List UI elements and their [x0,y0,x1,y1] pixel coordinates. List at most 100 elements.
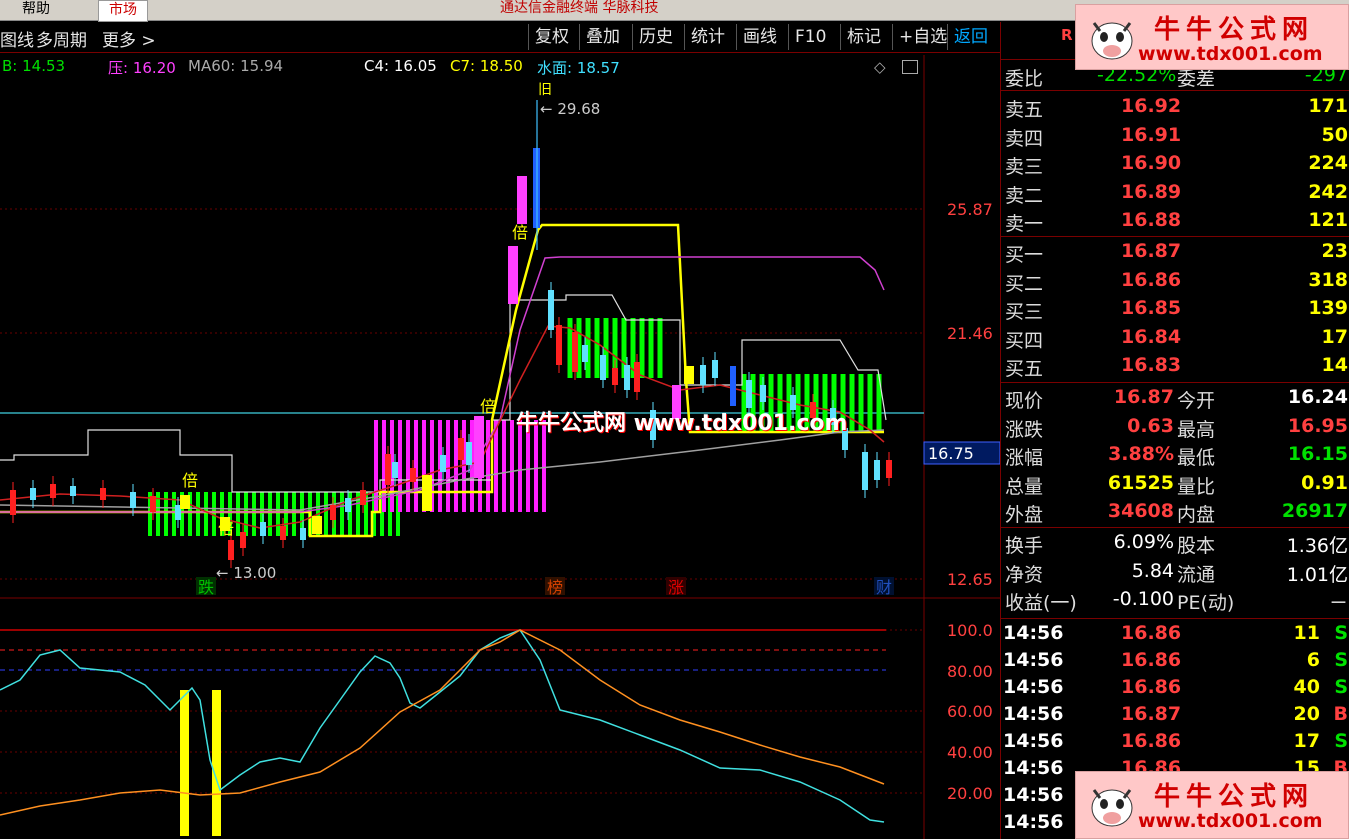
order-label: 买二 [1005,272,1044,295]
tick-row[interactable]: 14:56 16.87 20 B [1001,701,1349,729]
stat-label: 涨跌 [1005,418,1044,441]
tick-side: B [1333,703,1348,725]
sell-row[interactable]: 卖二 16.89 242 [1001,179,1349,207]
btn-fuquan[interactable]: 复权 [528,24,575,50]
sub-y-axis-label: 60.00 [947,702,993,721]
marker-bang[interactable]: 榜 [547,578,563,597]
marker-cai[interactable]: 财 [876,578,892,597]
candle [30,488,36,500]
btn-draw[interactable]: 画线 [736,24,783,50]
sell-row[interactable]: 卖五 16.92 171 [1001,93,1349,121]
buy-row[interactable]: 买一 16.87 23 [1001,238,1349,266]
order-price: 16.88 [1121,209,1182,232]
kline-chart[interactable]: 旧 ← 29.68 ← 13.00 倍 倍 倍 倍 跌 榜 涨 财 25.87 … [0,55,1000,839]
sub-y-axis-label: 80.00 [947,662,993,681]
candle [150,496,156,512]
stat-label: 最低 [1177,447,1216,470]
candle [70,486,76,496]
btn-history[interactable]: 历史 [632,24,679,50]
buy-row[interactable]: 买二 16.86 318 [1001,267,1349,295]
order-price: 16.92 [1121,95,1182,117]
order-price: 16.91 [1121,123,1182,146]
sell-row[interactable]: 卖三 16.90 224 [1001,150,1349,178]
candle [556,325,562,365]
stat-row[interactable]: 换手 6.09% 股本 1.36亿 [1001,529,1349,557]
stat-row[interactable]: 涨幅 3.88% 最低 16.15 [1001,441,1349,469]
candle [410,468,416,482]
tick-time: 14:56 [1003,811,1064,833]
order-label: 卖四 [1005,127,1044,150]
candle [228,540,234,560]
candle [260,522,266,536]
toolbar-more[interactable]: 更多 > [102,26,156,51]
tick-row[interactable]: 14:56 16.86 6 S [1001,647,1349,675]
buy-row[interactable]: 买五 16.83 14 [1001,352,1349,380]
marker-die[interactable]: 跌 [198,578,214,597]
bei-marker: 倍 [218,519,234,538]
order-volume: 171 [1308,95,1348,117]
stat-row[interactable]: 外盘 34608 内盘 26917 [1001,498,1349,526]
stat-row[interactable]: 收益(一) -0.100 PE(动) － [1001,586,1349,614]
stat-value: 0.63 [1127,414,1174,437]
watermark-url: www.tdx001.com [1138,43,1323,65]
tick-row[interactable]: 14:56 16.86 11 S [1001,620,1349,648]
stat-row[interactable]: 总量 61525 量比 0.91 [1001,470,1349,498]
stat-label: 最高 [1177,418,1216,441]
stat-value: 16.15 [1287,443,1348,466]
candle [886,460,892,478]
order-volume: 23 [1321,240,1348,262]
stat-label: 股本 [1177,535,1216,557]
tick-volume: 11 [1293,622,1320,644]
buy-row[interactable]: 买三 16.85 139 [1001,295,1349,323]
candle [634,362,640,392]
btn-back[interactable]: 返回 [947,24,994,50]
stat-row[interactable]: 涨跌 0.63 最高 16.95 [1001,413,1349,441]
menu-market[interactable]: 市场 [98,0,148,22]
stat-value: -0.100 [1112,588,1174,611]
stat-row[interactable]: 净资 5.84 流通 1.01亿 [1001,558,1349,586]
tick-time: 14:56 [1003,757,1064,779]
buy-row[interactable]: 买四 16.84 17 [1001,324,1349,352]
candle [600,355,606,380]
y-axis-label: 21.46 [947,324,993,343]
candle [100,488,106,500]
app-title: 通达信金融终端 华脉科技 [500,0,659,16]
tick-volume: 40 [1293,676,1320,698]
btn-stats[interactable]: 统计 [684,24,731,50]
candle [624,365,630,390]
stat-label: 换手 [1005,535,1044,557]
stat-value: 16.87 [1113,386,1174,408]
chart-toolbar: 图线 多周期 更多 > 复权 叠加 历史 统计 画线 F10 标记 +自选 返回 [0,22,1000,53]
candle [385,454,391,485]
tick-volume: 20 [1293,703,1320,725]
marker-zhang[interactable]: 涨 [668,578,684,597]
order-label: 买四 [1005,329,1044,352]
tick-time: 14:56 [1003,730,1064,752]
btn-mark[interactable]: 标记 [840,24,887,50]
sell-row[interactable]: 卖一 16.88 121 [1001,207,1349,235]
toolbar-chart-type[interactable]: 图线 [0,26,34,51]
tick-price: 16.86 [1121,676,1182,698]
stat-row[interactable]: 现价 16.87 今开 16.24 [1001,384,1349,412]
tick-row[interactable]: 14:56 16.86 17 S [1001,728,1349,756]
stat-value: 6.09% [1113,531,1174,553]
watermark-bottom: 牛牛公式网 www.tdx001.com [1075,771,1349,839]
toolbar-multi-period[interactable]: 多周期 [36,26,87,51]
order-price: 16.87 [1121,240,1182,262]
sub-y-axis-label: 100.0 [947,621,993,640]
tick-row[interactable]: 14:56 16.86 40 S [1001,674,1349,702]
stat-value: 26917 [1281,500,1348,523]
tick-volume: 17 [1293,730,1320,752]
tick-time: 14:56 [1003,649,1064,671]
btn-diejia[interactable]: 叠加 [579,24,626,50]
bei-marker: 倍 [480,397,496,416]
candle [572,332,578,372]
tick-side: S [1334,730,1348,752]
btn-add-watchlist[interactable]: +自选 [892,24,953,50]
menu-help[interactable]: 帮助 [22,0,50,20]
y-axis-label: 25.87 [947,200,993,219]
stat-value: 1.01亿 [1286,563,1348,586]
sell-row[interactable]: 卖四 16.91 50 [1001,122,1349,150]
btn-f10[interactable]: F10 [788,24,832,50]
order-price: 16.85 [1121,297,1182,320]
